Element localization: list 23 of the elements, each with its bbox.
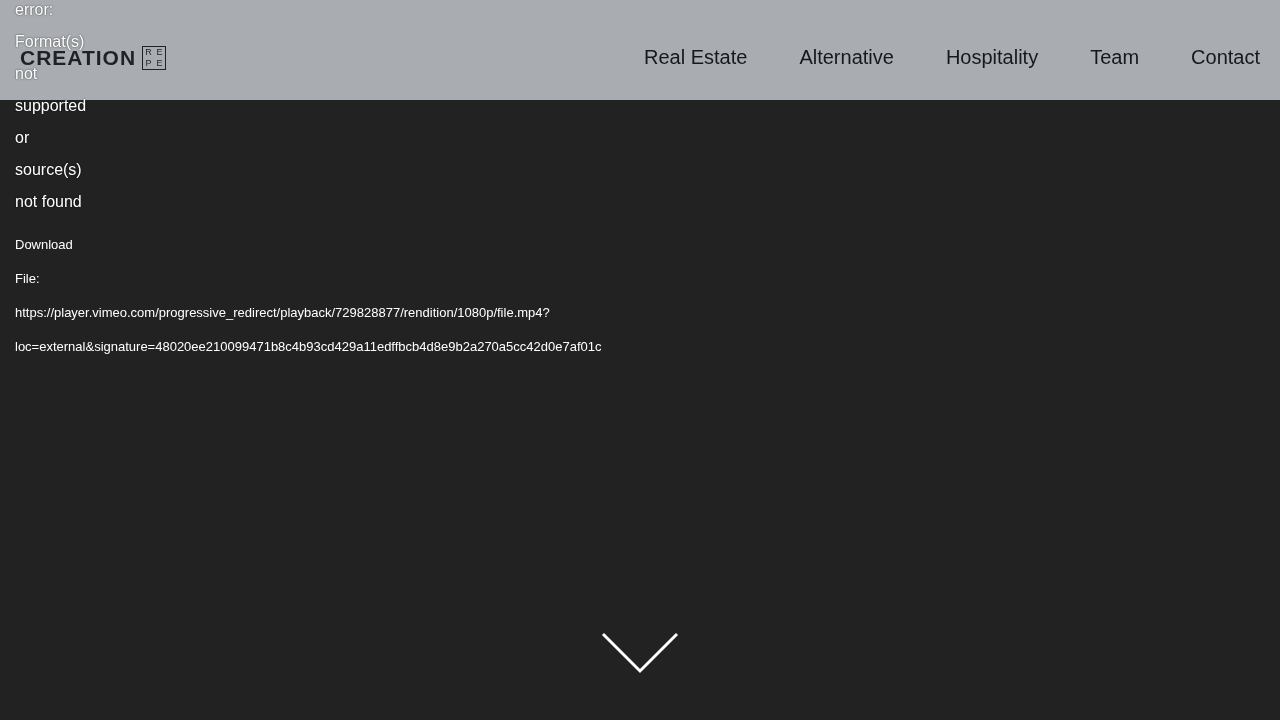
logo-text[interactable]: CREATION <box>20 50 137 66</box>
nav-link[interactable]: Hospitality <box>945 42 1039 72</box>
download-text: File: <box>15 271 40 286</box>
download-text: Download <box>15 237 73 252</box>
logo-letter: P <box>144 58 153 69</box>
download-text: loc=external&signature=48020ee210099471b8c4b93cd429a11edffbcb4d8e9b2a270a5cc42d0e7af01c <box>15 339 602 354</box>
error-text: error: <box>15 1 54 18</box>
logo-letter: E <box>155 47 164 58</box>
error-text: not found <box>15 193 82 210</box>
download-text: https://player.vimeo.com/progressive_redirect/playback/729828877/rendition/1080p/file.mp4? <box>15 305 550 320</box>
error-text: not <box>15 65 38 82</box>
error-text: source(s) <box>15 161 82 178</box>
logo-letter: R <box>144 47 153 58</box>
logo-letter: E <box>155 58 164 69</box>
error-text: supported <box>15 97 87 114</box>
logo-mark[interactable]: R E P E <box>142 46 167 70</box>
error-text: Format(s) <box>15 33 85 50</box>
nav-link[interactable]: Team <box>1090 42 1140 72</box>
scroll-down-icon[interactable] <box>601 632 679 674</box>
nav-link[interactable]: Real Estate <box>644 42 748 72</box>
error-text: or <box>15 129 30 146</box>
nav-link[interactable]: Alternative <box>799 42 894 72</box>
nav-link[interactable]: Contact <box>1191 42 1260 72</box>
